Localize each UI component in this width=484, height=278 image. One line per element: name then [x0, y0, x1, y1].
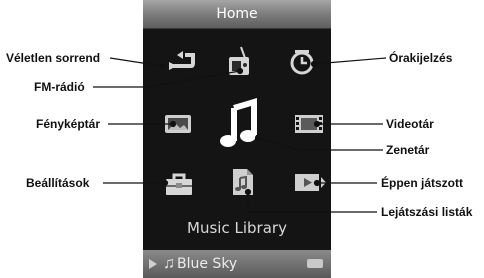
- label-now-playing: Éppen játszott: [381, 176, 464, 190]
- label-music: Zenetár: [386, 143, 430, 157]
- label-clock: Órakijelzés: [389, 51, 453, 65]
- label-shuffle: Véletlen sorrend: [6, 51, 101, 65]
- callout-lines: [93, 57, 387, 213]
- diagram-stage: Home Music Library ♫ Blue Sky Véletlen s…: [0, 0, 484, 278]
- line-ora: [313, 57, 387, 65]
- label-photo: Fényképtár: [36, 117, 101, 131]
- label-fm-radio: FM-rádió: [34, 80, 85, 94]
- label-settings: Beállítások: [26, 176, 90, 190]
- label-video: Videotár: [386, 117, 434, 131]
- line-zene: [257, 137, 301, 151]
- line-fm-diag: [147, 70, 241, 88]
- label-playlists: Lejátszási listák: [381, 205, 473, 219]
- line-veletlen: [109, 57, 163, 67]
